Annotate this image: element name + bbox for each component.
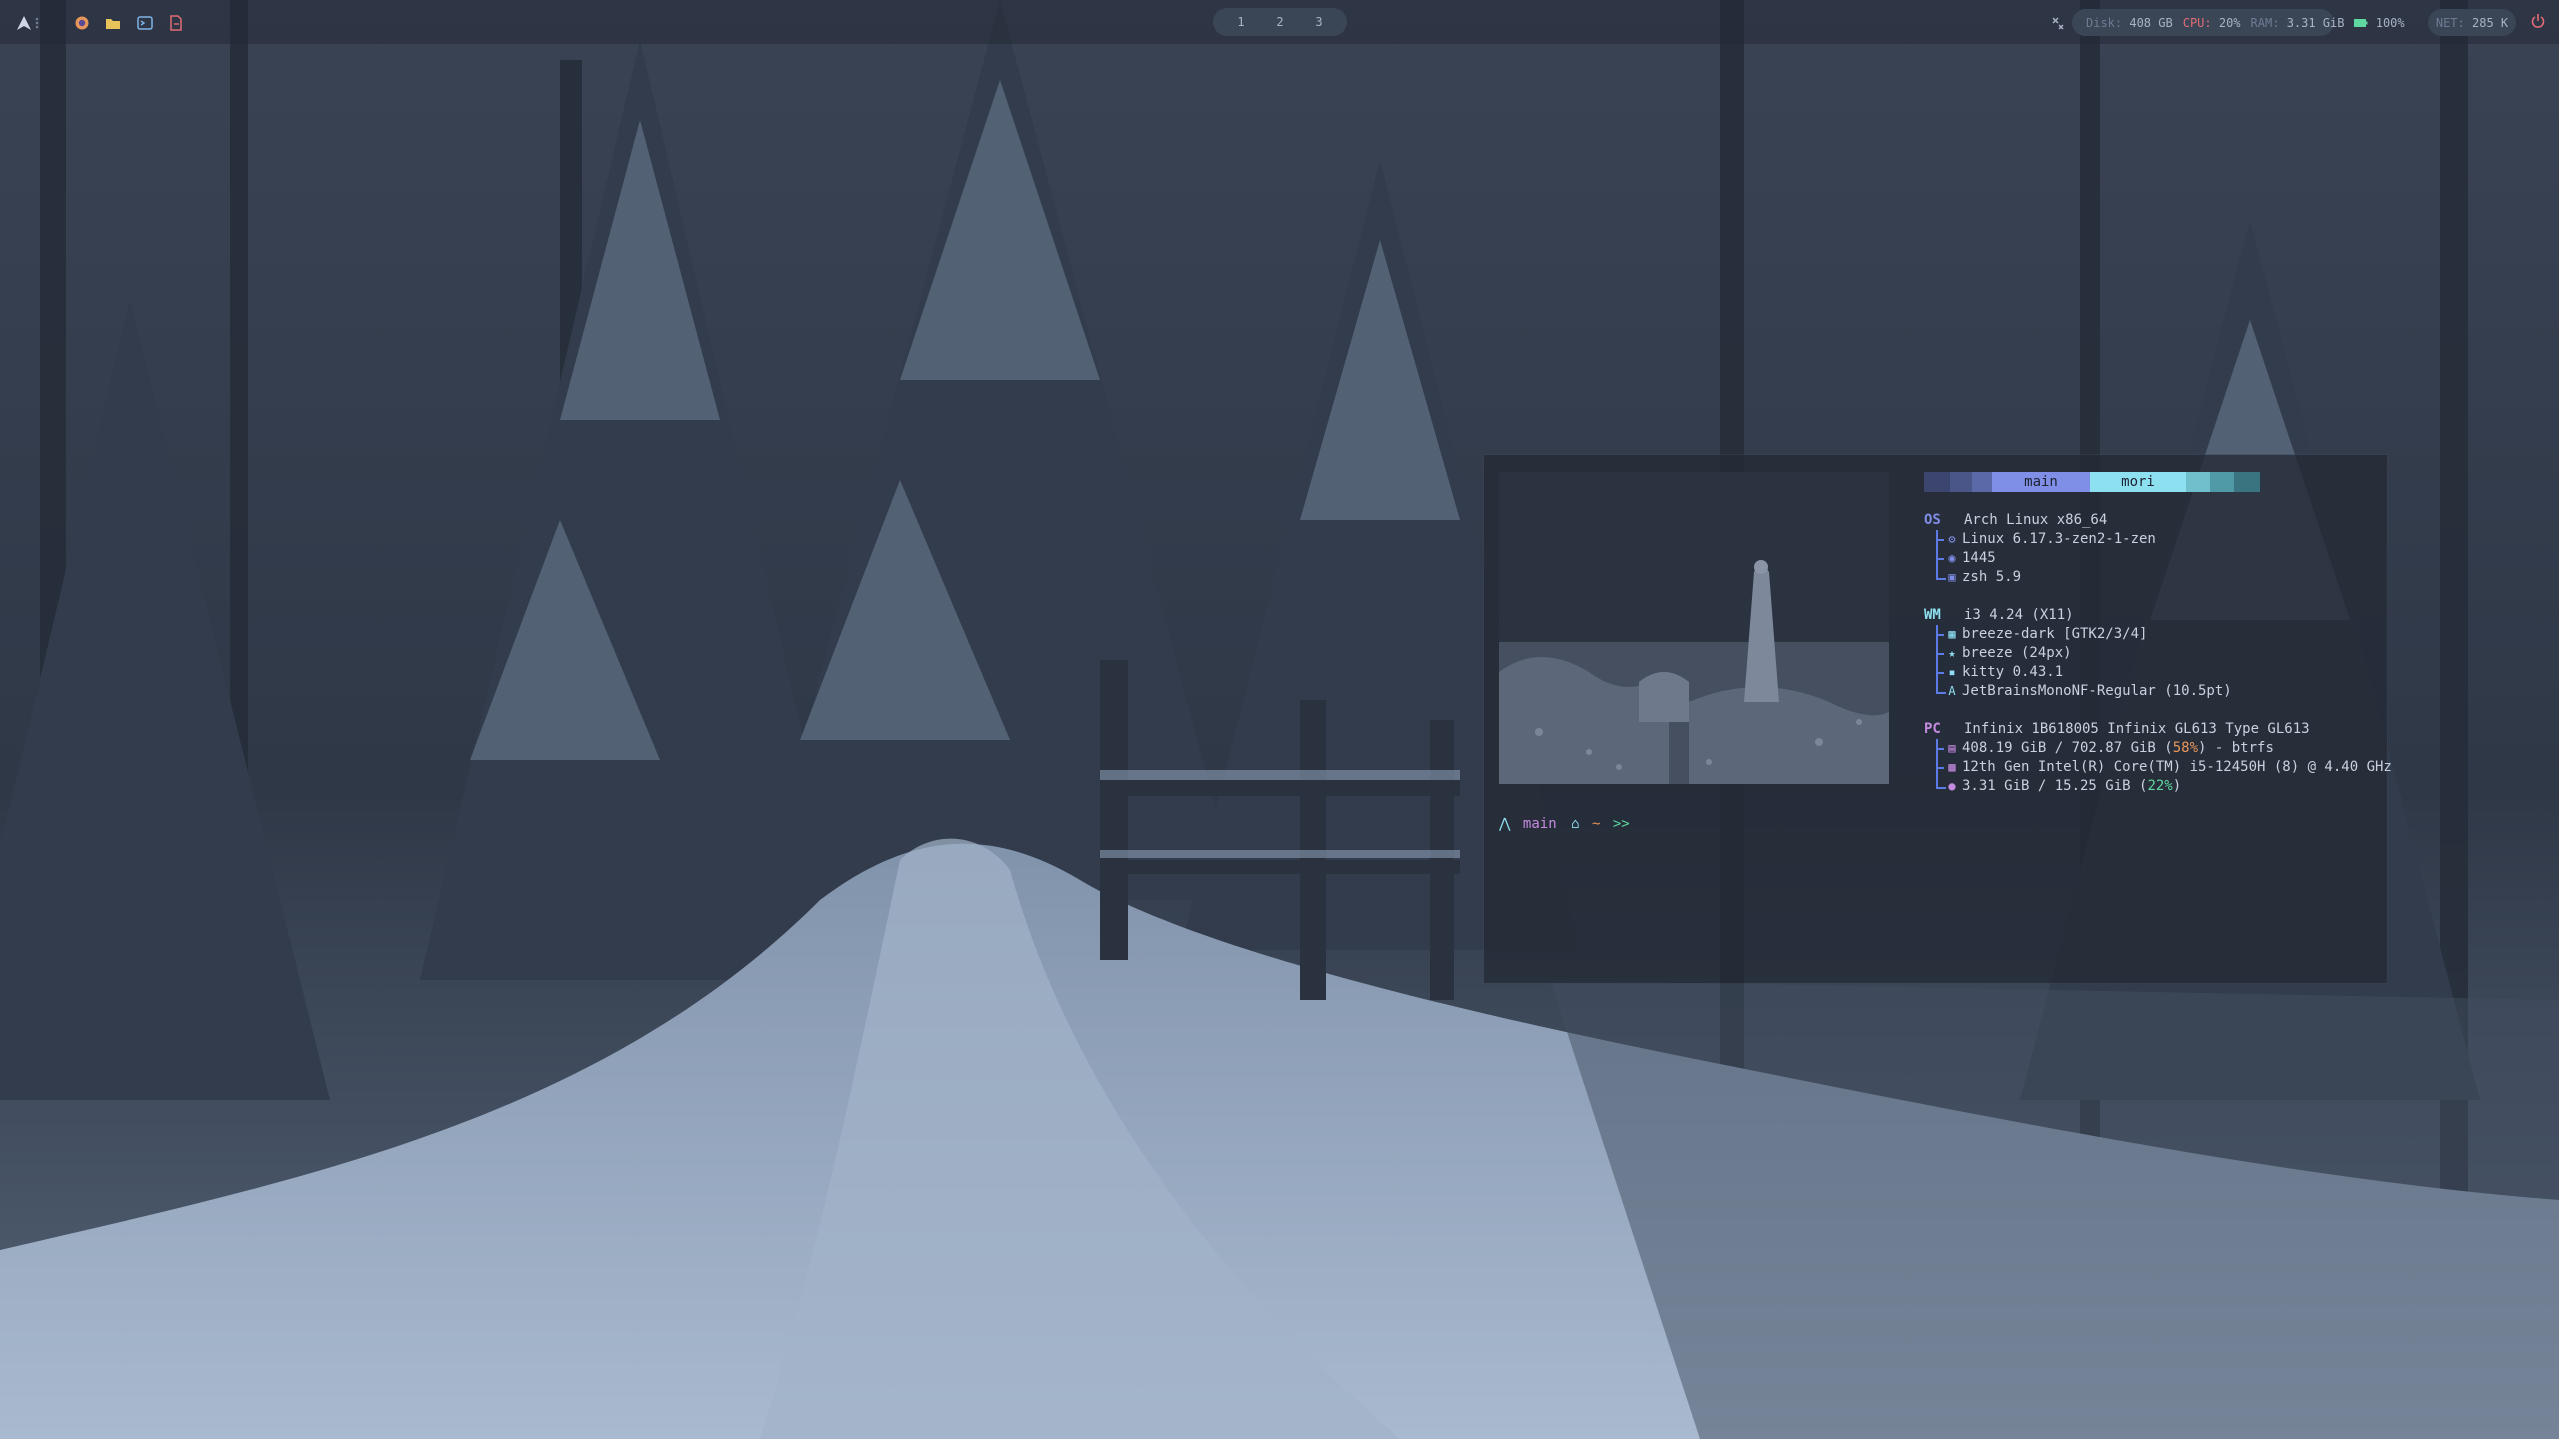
pdf-viewer-icon[interactable] [165,12,187,34]
home-icon: ⌂ [1571,816,1580,832]
fastfetch-pc-block: PC Infinix 1B618005 Infinix GL613 Type GL… [1924,720,2392,796]
workspace-3[interactable]: 3 [1308,15,1330,29]
disk-value: 408.19 GiB / 702.87 GiB (58%) - btrfs [1962,740,2274,756]
packages-value: 1445 [1962,550,1996,566]
theme-value: breeze-dark [GTK2/3/4] [1962,626,2148,642]
system-stats-pill: Disk: 408 GB CPU: 20% RAM: 3.31 GiB 100% [2072,9,2405,36]
fastfetch-os-block: OS Arch Linux x86_64 ⚙ Linux 6.17.3-zen2-1… [1924,511,2156,587]
package-icon: ◉ [1948,551,1956,565]
cpu-icon: ▩ [1948,760,1956,774]
shell-icon: ▣ [1948,570,1956,584]
top-bar: 1 2 3 Disk: 408 GB CPU: 20% RAM: 3.31 Gi… [0,0,2559,44]
power-icon[interactable] [2530,13,2546,29]
pc-value: Infinix 1B618005 Infinix GL613 Type GL61… [1964,721,2310,737]
ram-stat: RAM: 3.31 GiB [2250,15,2345,30]
memory-icon: ● [1948,779,1956,793]
os-key: OS [1924,512,1941,528]
memory-value: 3.31 GiB / 15.25 GiB (22%) [1962,778,2182,794]
separator-icon [33,12,41,34]
fastfetch-logo-image [1499,472,1889,784]
battery-stat: 100% [2354,16,2405,30]
fastfetch-color-bar: main mori [1924,472,2260,492]
prompt-branch: main [1522,816,1557,832]
workspace-switcher: 1 2 3 [1213,8,1347,36]
wm-value: i3 4.24 (X11) [1964,607,2074,623]
fastfetch-wm-block: WM i3 4.24 (X11) ▦ breeze-dark [GTK2/3/4] … [1924,606,2232,701]
font-value: JetBrainsMonoNF-Regular (10.5pt) [1962,683,2232,699]
terminal-app-icon: ▪ [1948,665,1956,679]
color-bar-main-label: main [1992,472,2090,492]
network-stat-pill: NET: 285 K [2428,9,2516,36]
cpu-stat: CPU: 20% [2182,15,2241,30]
workspace-1[interactable]: 1 [1230,15,1252,29]
shell-value: zsh 5.9 [1962,569,2022,585]
cursor-value: breeze (24px) [1962,645,2072,661]
workspace-2[interactable]: 2 [1269,15,1291,29]
theme-icon: ▦ [1948,627,1956,641]
battery-icon [2354,19,2368,27]
file-manager-icon[interactable] [102,12,124,34]
cpu-value: 12th Gen Intel(R) Core(TM) i5-12450H (8)… [1962,759,2392,775]
pc-key: PC [1924,721,1941,737]
wm-key: WM [1924,607,1941,623]
arch-prompt-icon: ⋀ [1499,816,1511,832]
color-bar-mori-label: mori [2090,472,2186,492]
cursor-icon: ★ [1948,646,1956,660]
prompt-arrows: >> [1612,816,1630,832]
prompt-dir: ~ [1591,816,1601,832]
kernel-value: Linux 6.17.3-zen2-1-zen [1962,531,2156,547]
terminal-value: kitty 0.43.1 [1962,664,2064,680]
gear-icon: ⚙ [1948,532,1956,546]
keyboard-layout-icon[interactable] [2047,12,2069,34]
shell-prompt[interactable]: ⋀ main ⌂ ~ >> [1499,814,1630,834]
firefox-icon[interactable] [71,12,93,34]
disk-stat: Disk: 408 GB [2086,15,2173,30]
font-icon: A [1948,684,1956,698]
os-value: Arch Linux x86_64 [1964,512,2108,528]
arch-logo-icon[interactable] [13,12,35,34]
terminal-icon[interactable] [134,12,156,34]
terminal-window[interactable]: main mori OS Arch Linux x86_64 ⚙ Linux 6.1… [1484,455,2392,983]
disk-icon: ▤ [1948,741,1956,755]
